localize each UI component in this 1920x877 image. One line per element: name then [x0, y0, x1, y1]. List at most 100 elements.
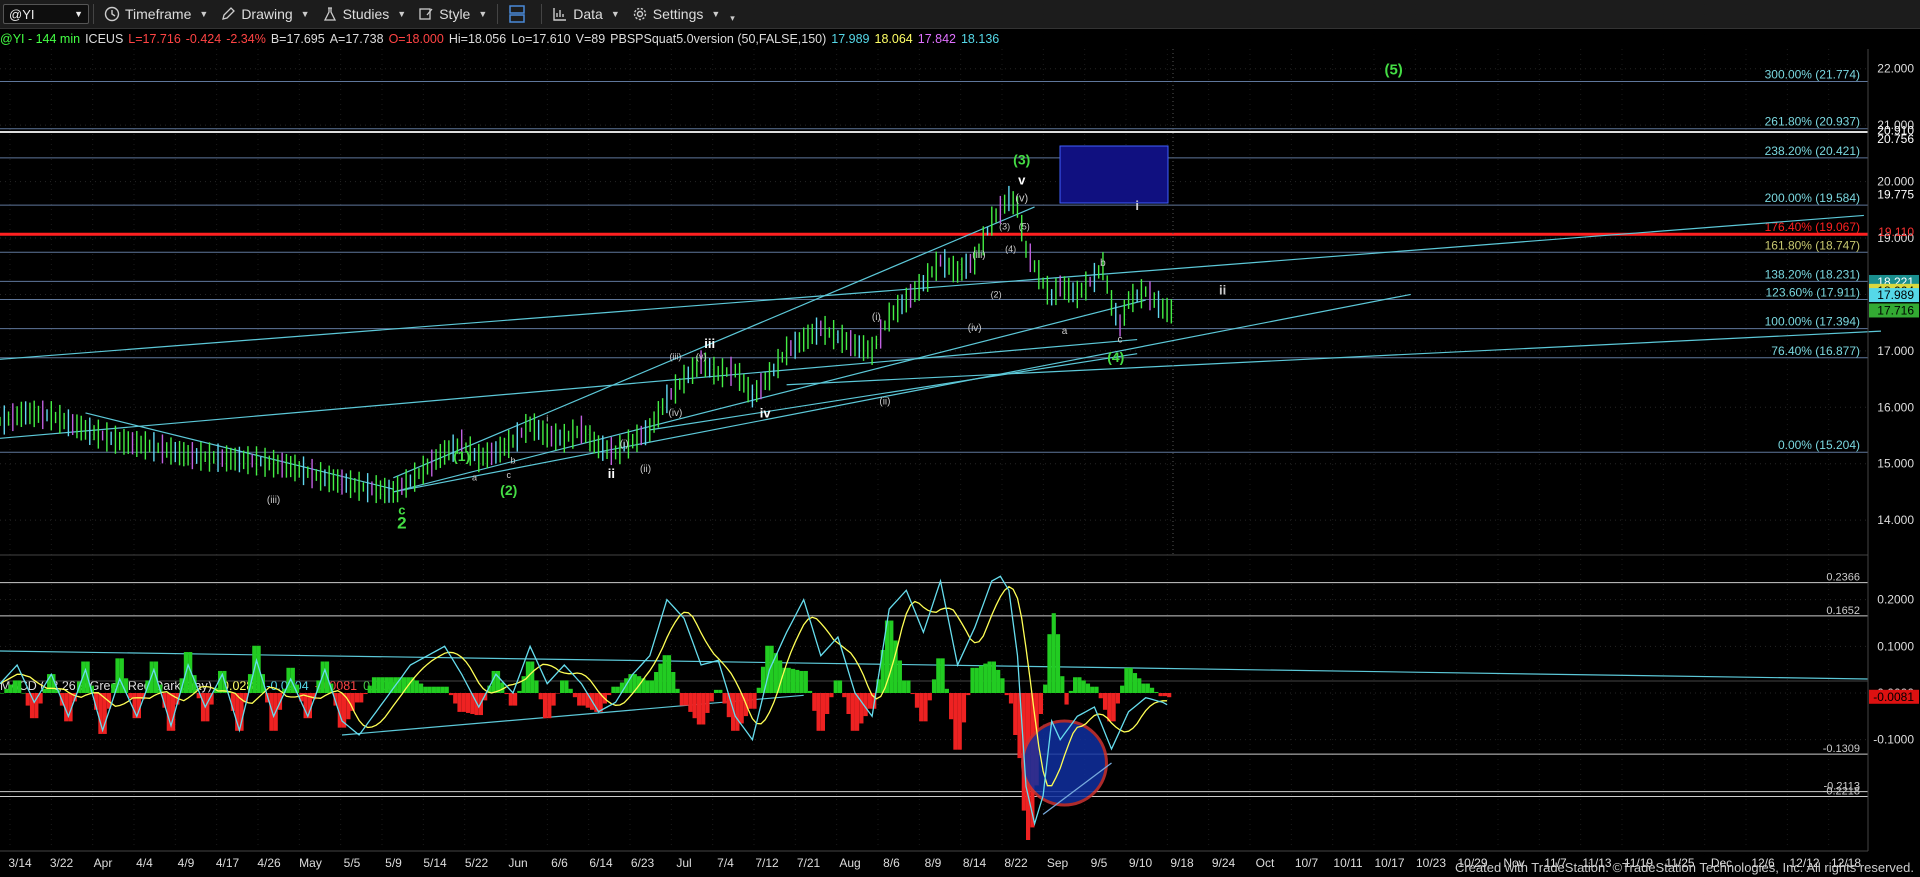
macd-histogram-bar [581, 693, 586, 706]
wave-label: iii [704, 336, 715, 351]
date-tick-label: Jul [676, 856, 691, 870]
date-tick-label: 3/22 [50, 856, 74, 870]
macd-histogram-bar [1102, 693, 1108, 710]
wave-label: (iv) [669, 408, 683, 419]
macd-histogram-bar [577, 693, 582, 706]
macd-histogram-bar [671, 672, 676, 693]
macd-histogram-bar [701, 693, 706, 725]
macd-histogram-bar [1162, 693, 1167, 697]
price-chart[interactable]: @YI - 144 min ICEUS L=17.716 -0.424 -2.34% B=… [0, 29, 1920, 877]
wave-label: (2) [991, 289, 1002, 299]
wave-label: (5) [1019, 222, 1030, 232]
date-tick-label: 7/4 [717, 856, 734, 870]
header-field: B=17.695 [271, 32, 325, 46]
date-tick-label: 10/17 [1374, 856, 1404, 870]
wave-label: (i) [872, 312, 881, 323]
macd-histogram-bar [812, 693, 817, 711]
style-button[interactable]: Style ▼ [412, 2, 493, 26]
macd-histogram-bar [654, 672, 659, 693]
macd-histogram-bar [1158, 693, 1163, 697]
date-tick-label: 3/14 [8, 856, 32, 870]
macd-histogram-bar [1085, 683, 1091, 693]
chart-header: @YI - 144 min ICEUS L=17.716 -0.424 -2.34% B=… [0, 32, 999, 46]
macd-histogram-bar [679, 693, 684, 706]
macd-histogram-bar [1141, 683, 1146, 693]
macd-histogram-bar [837, 680, 843, 693]
macd-histogram-bar [722, 693, 727, 704]
macd-histogram-bar [991, 661, 996, 693]
axis-price-marker-label: 19.110 [1878, 225, 1914, 239]
macd-histogram-bar [735, 693, 740, 731]
macd-histogram-bar [0, 693, 5, 694]
macd-histogram-bar [790, 668, 796, 693]
macd-histogram-bar [713, 689, 719, 693]
wave-label: (i) [620, 439, 629, 450]
macd-histogram-bar [748, 693, 753, 709]
studies-button[interactable]: Studies ▼ [316, 2, 413, 26]
toolbar-more-icon[interactable]: ▾ [730, 13, 735, 24]
wave-label: (v) [696, 351, 707, 361]
macd-histogram-bar [889, 620, 894, 693]
macd-histogram-bar [111, 683, 116, 693]
macd-histogram-bar [1098, 693, 1103, 699]
macd-histogram-bar [1120, 685, 1125, 693]
fib-level-label: 100.00% (17.394) [1765, 315, 1860, 329]
data-label: Data [573, 6, 603, 22]
date-tick-label: 4/9 [178, 856, 195, 870]
data-button[interactable]: Data ▼ [546, 2, 626, 26]
pencil-icon [222, 7, 236, 20]
macd-histogram-bar [910, 693, 915, 695]
date-tick-label: 8/14 [963, 856, 987, 870]
macd-histogram-bar [752, 693, 757, 709]
macd-histogram-bar [1145, 683, 1150, 693]
macd-histogram-bar [897, 660, 902, 693]
macd-tick-label: 0.1000 [1877, 639, 1914, 653]
date-tick-label: 5/14 [423, 856, 447, 870]
date-tick-label: 9/10 [1129, 856, 1153, 870]
settings-button[interactable]: Settings ▼ [626, 2, 727, 26]
symbol-input[interactable]: @YI ▼ [3, 4, 89, 24]
symbol-value: @YI [9, 6, 35, 22]
header-field: 17.842 [918, 32, 956, 46]
macd-histogram-bar [1115, 693, 1120, 704]
toolbar-separator [541, 4, 543, 24]
layout-button[interactable] [502, 2, 537, 26]
date-tick-label: 10/7 [1295, 856, 1319, 870]
chevron-down-icon[interactable]: ▼ [74, 9, 83, 19]
fib-level-label: 261.80% (20.937) [1765, 115, 1860, 129]
studies-label: Studies [342, 6, 390, 22]
wave-label: (iii) [972, 250, 985, 261]
date-tick-label: 8/9 [925, 856, 942, 870]
axis-price-marker-label: 19.775 [1877, 187, 1914, 201]
macd-histogram-bar [8, 684, 13, 693]
macd-histogram-bar [1111, 693, 1116, 722]
macd-histogram-bar [513, 693, 518, 706]
macd-histogram-bar [957, 693, 962, 750]
macd-histogram-bar [1167, 693, 1172, 698]
macd-histogram-bar [538, 693, 543, 700]
fib-level-label: 76.40% (16.877) [1771, 344, 1860, 358]
fib-level-label: 123.60% (17.911) [1765, 285, 1860, 299]
macd-histogram-bar [12, 680, 18, 693]
wave-label: i [546, 413, 548, 423]
macd-histogram-bar [256, 645, 261, 693]
header-field: A=17.738 [330, 32, 384, 46]
macd-histogram-bar [564, 680, 569, 693]
macd-level-label: -0.1309 [1823, 743, 1860, 755]
macd-histogram-bar [461, 693, 466, 712]
macd-histogram-bar [25, 693, 30, 706]
style-icon [419, 8, 433, 20]
wave-label: v [1018, 172, 1026, 187]
price-tick-label: 14.000 [1877, 513, 1914, 527]
macd-histogram-bar [705, 693, 710, 713]
drawing-button[interactable]: Drawing ▼ [214, 2, 315, 26]
timeframe-button[interactable]: Timeframe ▼ [98, 2, 214, 26]
macd-histogram-bar [384, 677, 389, 693]
date-tick-label: Aug [839, 856, 860, 870]
macd-histogram-bar [906, 680, 911, 693]
axis-price-marker-label: 20.910 [1877, 123, 1914, 137]
macd-histogram-bar [1060, 676, 1065, 693]
date-tick-label: May [299, 856, 322, 870]
header-field: V=89 [576, 32, 606, 46]
date-tick-label: 4/26 [257, 856, 281, 870]
